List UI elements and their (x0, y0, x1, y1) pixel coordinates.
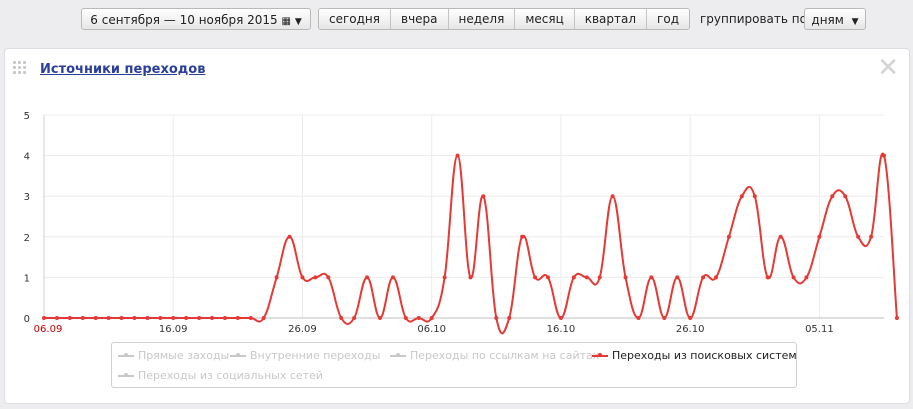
data-point (675, 275, 680, 280)
data-point (171, 316, 176, 320)
y-tick-label: 2 (24, 233, 30, 244)
data-point (132, 316, 137, 320)
data-point (739, 194, 744, 199)
data-point (80, 316, 85, 320)
data-point (830, 194, 835, 199)
legend-swatch-icon (118, 371, 134, 381)
data-point (752, 194, 757, 199)
data-point (300, 275, 305, 280)
data-point (558, 316, 563, 320)
data-point (287, 234, 292, 239)
data-point (429, 316, 434, 320)
x-tick-label: 06.10 (417, 324, 446, 335)
data-point (468, 275, 473, 280)
data-point (93, 316, 98, 320)
data-point (235, 316, 240, 320)
data-point (882, 153, 886, 158)
data-point (54, 316, 59, 320)
data-point (339, 316, 344, 320)
y-tick-label: 1 (24, 273, 30, 284)
data-point (403, 316, 408, 320)
data-point (274, 275, 279, 280)
data-point (67, 316, 72, 320)
data-point (520, 234, 525, 239)
data-point (106, 316, 111, 320)
data-point (804, 275, 809, 280)
legend-label: Переходы из социальных сетей (138, 369, 324, 382)
y-tick-label: 3 (24, 192, 30, 203)
data-point (597, 275, 602, 280)
data-point (765, 275, 770, 280)
data-point (416, 316, 421, 320)
x-tick-label: 05.11 (805, 324, 834, 335)
data-point (649, 275, 654, 280)
data-point (701, 275, 706, 280)
legend-label: Переходы по ссылкам на сайтах (410, 349, 600, 362)
data-point (119, 316, 124, 320)
y-tick-label: 0 (24, 314, 30, 325)
data-point (533, 275, 538, 280)
legend-label: Прямые заходы (138, 349, 230, 362)
y-tick-label: 5 (24, 111, 30, 122)
data-point (481, 194, 486, 199)
data-point (610, 194, 615, 199)
data-point (326, 275, 331, 280)
x-tick-label: 26.09 (288, 324, 317, 335)
series-line (44, 152, 898, 335)
legend-swatch-icon (390, 351, 406, 361)
legend-swatch-icon (118, 351, 134, 361)
data-point (455, 153, 460, 158)
data-point (507, 316, 512, 320)
legend-label: Внутренние переходы (250, 349, 381, 362)
chart-legend: Прямые заходы Внутренние переходы Переходы… (111, 342, 797, 388)
data-point (390, 275, 395, 280)
data-point (248, 316, 253, 320)
data-point (313, 275, 318, 280)
legend-label: Переходы из поисковых систем (612, 349, 797, 362)
data-point (856, 234, 861, 239)
x-tick-label: 16.10 (547, 324, 576, 335)
legend-item[interactable]: Внутренние переходы (230, 348, 380, 364)
legend-swatch-icon (230, 351, 246, 361)
x-tick-label: 06.09 (34, 324, 63, 335)
data-point (778, 234, 783, 239)
data-point (378, 316, 382, 320)
data-point (636, 316, 641, 320)
legend-item[interactable]: Переходы из социальных сетей (118, 368, 323, 384)
data-point (494, 316, 499, 320)
data-point (726, 234, 731, 239)
data-point (584, 275, 589, 280)
data-point (688, 316, 693, 320)
data-point (365, 275, 370, 280)
x-tick-label: 26.10 (676, 324, 705, 335)
legend-swatch-icon (592, 351, 608, 361)
data-point (210, 316, 214, 320)
y-tick-label: 4 (24, 152, 30, 163)
x-tick-label: 16.09 (159, 324, 188, 335)
data-point (352, 316, 357, 320)
data-point (817, 234, 822, 239)
data-point (623, 275, 628, 280)
legend-item[interactable]: Переходы из поисковых систем (592, 348, 797, 364)
data-point (442, 275, 447, 280)
legend-item[interactable]: Прямые заходы (118, 348, 229, 364)
data-point (571, 275, 576, 280)
data-point (662, 316, 667, 320)
data-point (869, 234, 874, 239)
data-point (843, 194, 848, 199)
data-point (546, 275, 550, 280)
data-point (894, 316, 899, 320)
data-point (197, 316, 202, 320)
data-point (42, 316, 46, 320)
data-point (714, 275, 718, 280)
data-point (791, 275, 796, 280)
data-point (222, 316, 227, 320)
data-point (184, 316, 189, 320)
legend-item[interactable]: Переходы по ссылкам на сайтах (390, 348, 599, 364)
data-point (158, 316, 163, 320)
data-point (145, 316, 150, 320)
data-point (261, 316, 266, 320)
